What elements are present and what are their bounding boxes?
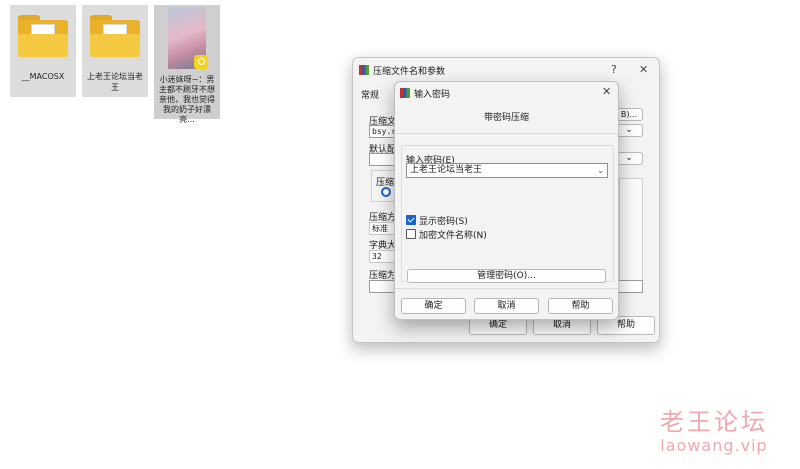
checkbox-unchecked-icon[interactable]: [406, 229, 416, 239]
password-value: 上老王论坛当老王: [410, 165, 483, 175]
browse-button[interactable]: B)...: [615, 108, 643, 121]
desktop-folder-laowang[interactable]: 上老王论坛当老王: [82, 5, 148, 97]
close-icon[interactable]: ✕: [639, 63, 648, 76]
folder-icon: [18, 15, 68, 57]
desktop-image-file[interactable]: 小迷妹呀~：男主都不刷牙不想亲他，我也觉得我的奶子好漂亮...: [154, 5, 220, 124]
format-radio[interactable]: [381, 187, 391, 197]
profile-input[interactable]: [369, 153, 395, 166]
profile-dropdown[interactable]: ⌄: [615, 152, 643, 165]
close-icon[interactable]: ✕: [602, 85, 611, 98]
photo-app-icon: [194, 55, 208, 69]
desktop-folder-macosx[interactable]: __MACOSX: [10, 5, 76, 97]
watermark-url: laowang.vip: [660, 436, 768, 455]
dialog-title: 压缩文件名和参数: [373, 67, 446, 77]
ok-button[interactable]: 确定: [401, 298, 466, 314]
help-icon[interactable]: ?: [611, 63, 617, 76]
dialog-heading: 带密码压缩: [483, 113, 529, 123]
winrar-icon: [400, 88, 410, 98]
folder-icon: [90, 15, 140, 57]
tab-general[interactable]: 常规: [361, 88, 379, 101]
dict-select[interactable]: 32: [369, 250, 395, 263]
winrar-icon: [359, 65, 369, 75]
file-name: __MACOSX: [21, 72, 65, 81]
archive-name-dropdown[interactable]: ⌄: [615, 124, 643, 137]
show-password-checkbox[interactable]: 显示密码(S): [406, 215, 468, 228]
chevron-down-icon: ⌄: [625, 153, 633, 163]
checkbox-checked-icon[interactable]: [406, 215, 416, 225]
options-panel: [619, 178, 643, 292]
file-name: 小迷妹呀~：男主都不刷牙不想亲他，我也觉得我的奶子好漂亮...: [159, 75, 215, 124]
watermark-cn: 老王论坛: [660, 408, 768, 436]
password-input[interactable]: 上老王论坛当老王 ⌄: [406, 163, 608, 178]
chevron-down-icon: ⌄: [625, 125, 633, 135]
dialog-title: 输入密码: [414, 90, 451, 100]
divider: [395, 133, 618, 134]
method-select[interactable]: 标准: [369, 222, 395, 235]
chevron-down-icon[interactable]: ⌄: [597, 164, 604, 177]
split-input[interactable]: [369, 280, 395, 293]
manage-passwords-button[interactable]: 管理密码(O)...: [407, 269, 606, 283]
watermark: 老王论坛 laowang.vip: [660, 408, 768, 456]
show-password-label: 显示密码(S): [419, 217, 468, 227]
file-name: 上老王论坛当老王: [87, 72, 143, 92]
encrypt-names-checkbox[interactable]: 加密文件名称(N): [406, 229, 487, 242]
password-dialog: 输入密码 ✕ 带密码压缩 输入密码(E) 上老王论坛当老王 ⌄ 显示密码(S) …: [394, 81, 619, 320]
divider: [395, 288, 618, 289]
encrypt-names-label: 加密文件名称(N): [419, 231, 487, 241]
help-button[interactable]: 帮助: [548, 298, 613, 314]
cancel-button[interactable]: 取消: [474, 298, 539, 314]
split-dropdown[interactable]: [615, 280, 643, 293]
